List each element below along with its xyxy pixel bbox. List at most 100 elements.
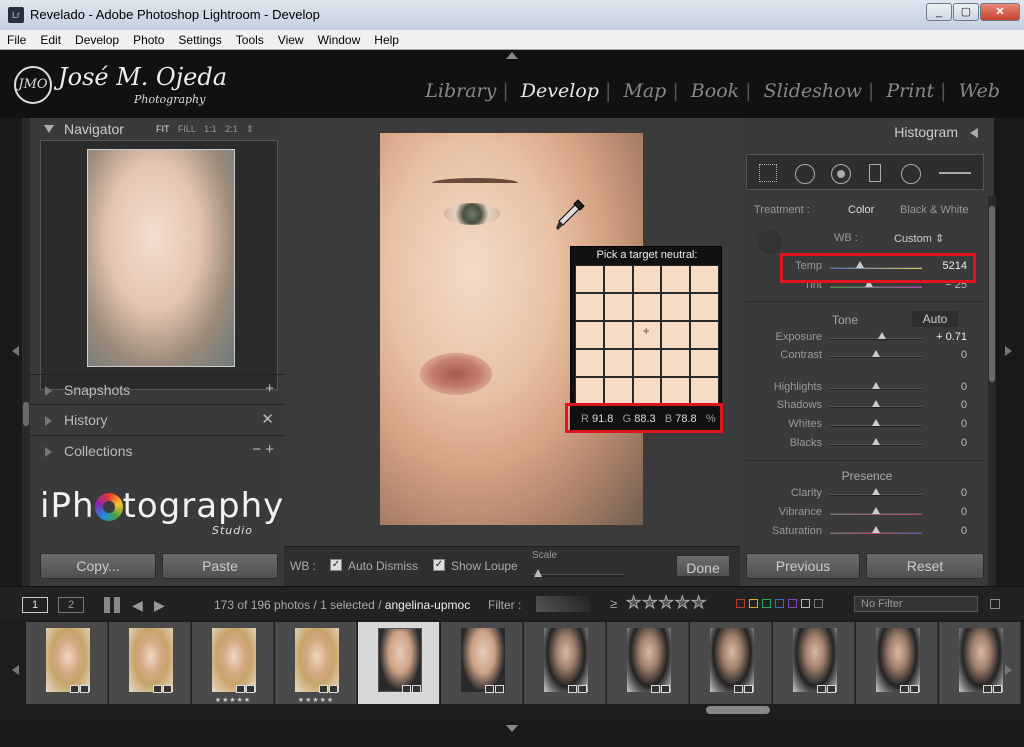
filmstrip-cell[interactable]: ★★★★★ bbox=[275, 622, 357, 704]
color-label-swatch[interactable] bbox=[736, 599, 745, 608]
scale-slider[interactable] bbox=[532, 574, 624, 577]
zoom-1-1[interactable]: 1:1 bbox=[204, 124, 217, 134]
minimize-button[interactable]: _ bbox=[926, 3, 952, 21]
filter-lock-icon[interactable] bbox=[990, 599, 1000, 609]
snapshots-section[interactable]: Snapshots + bbox=[30, 374, 284, 404]
module-print[interactable]: Print bbox=[886, 80, 934, 102]
navigator-header[interactable]: Navigator FIT FILL 1:1 2:1 ⇕ bbox=[30, 118, 284, 140]
add-snapshot-button[interactable]: + bbox=[265, 380, 274, 397]
clarity-value[interactable]: 0 bbox=[927, 487, 967, 499]
exposure-slider[interactable] bbox=[830, 338, 922, 340]
menu-view[interactable]: View bbox=[271, 30, 311, 48]
saturation-slider-knob[interactable] bbox=[872, 526, 880, 533]
blacks-value[interactable]: 0 bbox=[927, 437, 967, 449]
filmstrip-cell[interactable] bbox=[939, 622, 1021, 704]
right-panel-toggle-icon[interactable] bbox=[1005, 346, 1012, 356]
close-button[interactable]: ✕ bbox=[980, 3, 1020, 21]
tint-slider[interactable] bbox=[830, 286, 922, 288]
forward-arrow-icon[interactable]: ▶ bbox=[154, 597, 165, 614]
collapse-bottom-arrow-icon[interactable] bbox=[506, 725, 518, 732]
saturation-value[interactable]: 0 bbox=[927, 525, 967, 537]
contrast-slider-knob[interactable] bbox=[872, 350, 880, 357]
module-develop[interactable]: Develop bbox=[521, 80, 599, 102]
module-slideshow[interactable]: Slideshow bbox=[764, 80, 862, 102]
color-label-swatch[interactable] bbox=[762, 599, 771, 608]
color-label-swatch[interactable] bbox=[801, 599, 810, 608]
maximize-button[interactable]: ▢ bbox=[953, 3, 979, 21]
second-window-button[interactable]: 2 bbox=[58, 597, 84, 613]
filmstrip-cell[interactable]: ★★★★★ bbox=[192, 622, 274, 704]
whites-slider-knob[interactable] bbox=[872, 419, 880, 426]
shadows-value[interactable]: 0 bbox=[927, 399, 967, 411]
navigator-preview[interactable] bbox=[40, 140, 278, 390]
grid-view-icon[interactable] bbox=[104, 597, 120, 613]
contrast-value[interactable]: 0 bbox=[927, 349, 967, 361]
zoom-more-icon[interactable]: ⇕ bbox=[246, 124, 254, 134]
clarity-slider-knob[interactable] bbox=[872, 488, 880, 495]
right-scrollbar-thumb[interactable] bbox=[989, 206, 995, 382]
zoom-fit[interactable]: FIT bbox=[156, 124, 169, 134]
menu-develop[interactable]: Develop bbox=[68, 30, 126, 48]
show-loupe-checkbox[interactable]: ✓ bbox=[433, 559, 445, 571]
history-section[interactable]: History ✕ bbox=[30, 404, 284, 434]
filmstrip-left-icon[interactable] bbox=[12, 665, 19, 675]
exposure-value[interactable]: + 0.71 bbox=[927, 331, 967, 343]
filmstrip-cell[interactable] bbox=[524, 622, 606, 704]
highlights-slider-knob[interactable] bbox=[872, 382, 880, 389]
tone-auto-button[interactable]: Auto bbox=[912, 311, 958, 327]
filter-preset-select[interactable]: No Filter bbox=[854, 596, 978, 612]
paste-button[interactable]: Paste bbox=[162, 553, 278, 579]
auto-dismiss-checkbox[interactable]: ✓ bbox=[330, 559, 342, 571]
filmstrip-cell[interactable] bbox=[607, 622, 689, 704]
module-library[interactable]: Library bbox=[425, 80, 496, 102]
filmstrip-cell[interactable] bbox=[26, 622, 108, 704]
filmstrip-cell[interactable] bbox=[441, 622, 523, 704]
collapse-triangle-icon[interactable] bbox=[44, 125, 54, 133]
menu-edit[interactable]: Edit bbox=[33, 30, 68, 48]
left-panel-toggle-icon[interactable] bbox=[12, 346, 19, 356]
menu-tools[interactable]: Tools bbox=[229, 30, 271, 48]
scale-slider-knob[interactable] bbox=[534, 569, 542, 577]
vibrance-slider-knob[interactable] bbox=[872, 507, 880, 514]
filmstrip-cell[interactable] bbox=[856, 622, 938, 704]
back-arrow-icon[interactable]: ◀ bbox=[132, 597, 143, 614]
collections-section[interactable]: Collections − + bbox=[30, 435, 284, 465]
whites-value[interactable]: 0 bbox=[927, 418, 967, 430]
color-label-swatch[interactable] bbox=[814, 599, 823, 608]
filmstrip-cell[interactable] bbox=[358, 622, 440, 704]
zoom-2-1[interactable]: 2:1 bbox=[225, 124, 238, 134]
menu-settings[interactable]: Settings bbox=[171, 30, 228, 48]
highlights-value[interactable]: 0 bbox=[927, 381, 967, 393]
reset-button[interactable]: Reset bbox=[866, 553, 984, 579]
shadows-slider-knob[interactable] bbox=[872, 400, 880, 407]
vibrance-value[interactable]: 0 bbox=[927, 506, 967, 518]
left-panel-scrollbar[interactable] bbox=[22, 118, 30, 586]
left-scrollbar-thumb[interactable] bbox=[23, 402, 29, 426]
color-label-swatch[interactable] bbox=[775, 599, 784, 608]
done-button[interactable]: Done bbox=[676, 555, 730, 577]
module-map[interactable]: Map bbox=[623, 80, 666, 102]
menu-photo[interactable]: Photo bbox=[126, 30, 171, 48]
module-web[interactable]: Web bbox=[959, 80, 1000, 102]
clear-history-button[interactable]: ✕ bbox=[261, 410, 274, 428]
color-label-swatch[interactable] bbox=[749, 599, 758, 608]
loupe-view[interactable]: Pick a target neutral: R 91.8 G 88.3 B 7… bbox=[284, 118, 740, 546]
flag-filter-icon[interactable] bbox=[536, 596, 590, 612]
main-window-button[interactable]: 1 bbox=[22, 597, 48, 613]
copy-button[interactable]: Copy... bbox=[40, 553, 156, 579]
rating-filter-stars[interactable]: ★★★★★ bbox=[625, 593, 707, 613]
color-label-swatch[interactable] bbox=[788, 599, 797, 608]
filmstrip-cell[interactable] bbox=[773, 622, 855, 704]
menu-window[interactable]: Window bbox=[311, 30, 368, 48]
zoom-fill[interactable]: FILL bbox=[178, 124, 196, 134]
blacks-slider-knob[interactable] bbox=[872, 438, 880, 445]
filmstrip-scrollbar-thumb[interactable] bbox=[706, 706, 770, 714]
previous-button[interactable]: Previous bbox=[746, 553, 860, 579]
exposure-slider-knob[interactable] bbox=[877, 332, 886, 339]
module-book[interactable]: Book bbox=[691, 80, 739, 102]
collections-add-remove-buttons[interactable]: − + bbox=[252, 441, 274, 458]
collapse-top-arrow-icon[interactable] bbox=[506, 52, 518, 59]
filmstrip-cell[interactable] bbox=[690, 622, 772, 704]
menu-file[interactable]: File bbox=[0, 30, 33, 48]
rating-operator[interactable]: ≥ bbox=[610, 596, 617, 611]
